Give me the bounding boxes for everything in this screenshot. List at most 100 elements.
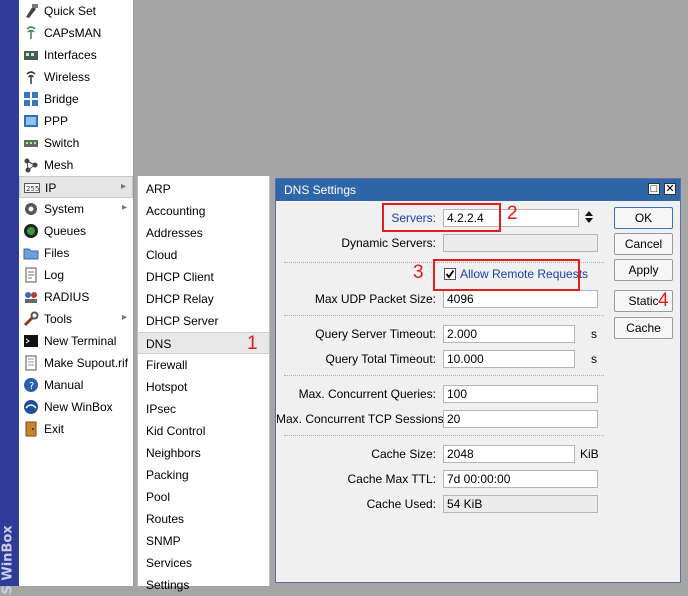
maximize-icon[interactable]: □ bbox=[648, 183, 660, 195]
submenu-item-firewall[interactable]: Firewall bbox=[138, 354, 269, 376]
menu-item-ppp[interactable]: PPP bbox=[19, 110, 133, 132]
apply-button[interactable]: Apply bbox=[614, 259, 673, 281]
wireless-icon bbox=[23, 69, 39, 85]
brand-strip: S WinBox bbox=[0, 0, 19, 595]
annotation-3: 3 bbox=[413, 262, 424, 283]
max-concurrent-queries-input[interactable] bbox=[443, 385, 598, 403]
separator bbox=[284, 315, 604, 316]
menu-item-switch[interactable]: Switch bbox=[19, 132, 133, 154]
max-udp-label: Max UDP Packet Size: bbox=[314, 292, 436, 306]
separator bbox=[284, 375, 604, 376]
annotation-2: 2 bbox=[507, 203, 518, 224]
menu-item-exit[interactable]: Exit bbox=[19, 418, 133, 440]
submenu-item-addresses[interactable]: Addresses bbox=[138, 222, 269, 244]
menu-item-queues[interactable]: Queues bbox=[19, 220, 133, 242]
cache-size-input[interactable] bbox=[443, 445, 575, 463]
menu-label: CAPsMAN bbox=[44, 26, 102, 40]
menu-item-new-winbox[interactable]: New WinBox bbox=[19, 396, 133, 418]
annotation-box-allow-remote bbox=[433, 259, 580, 291]
menu-item-make-supout[interactable]: Make Supout.rif bbox=[19, 352, 133, 374]
main-menu: Quick Set CAPsMAN Interfaces Wireless Br… bbox=[19, 0, 134, 586]
brand-text: S WinBox bbox=[0, 525, 16, 595]
submenu-item-ipsec[interactable]: IPsec bbox=[138, 398, 269, 420]
manual-icon: ? bbox=[23, 377, 39, 393]
menu-label: New WinBox bbox=[44, 400, 113, 414]
cancel-button[interactable]: Cancel bbox=[614, 233, 673, 255]
bridge-icon bbox=[23, 91, 39, 107]
submenu-item-cloud[interactable]: Cloud bbox=[138, 244, 269, 266]
ip-icon: 255 bbox=[24, 180, 40, 196]
submenu-item-packing[interactable]: Packing bbox=[138, 464, 269, 486]
menu-item-tools[interactable]: Tools ▸ bbox=[19, 308, 133, 330]
menu-item-interfaces[interactable]: Interfaces bbox=[19, 44, 133, 66]
window-title: DNS Settings bbox=[284, 183, 357, 197]
exit-icon bbox=[23, 421, 39, 437]
menu-item-wireless[interactable]: Wireless bbox=[19, 66, 133, 88]
menu-item-quick-set[interactable]: Quick Set bbox=[19, 0, 133, 22]
capsman-icon bbox=[23, 25, 39, 41]
menu-label: IP bbox=[45, 181, 57, 195]
ppp-icon bbox=[23, 113, 39, 129]
menu-label: Quick Set bbox=[44, 4, 97, 18]
menu-item-capsman[interactable]: CAPsMAN bbox=[19, 22, 133, 44]
menu-label: Wireless bbox=[44, 70, 91, 84]
queues-icon bbox=[23, 223, 39, 239]
ip-submenu: ARP Accounting Addresses Cloud DHCP Clie… bbox=[137, 176, 270, 592]
ok-button[interactable]: OK bbox=[614, 207, 673, 229]
menu-item-radius[interactable]: RADIUS bbox=[19, 286, 133, 308]
cache-size-label: Cache Size: bbox=[371, 447, 436, 461]
svg-text:?: ? bbox=[29, 381, 34, 392]
max-concurrent-tcp-input[interactable] bbox=[443, 410, 598, 428]
query-server-timeout-label: Query Server Timeout: bbox=[315, 327, 436, 341]
menu-label: Mesh bbox=[44, 158, 74, 172]
menu-label: Interfaces bbox=[44, 48, 97, 62]
terminal-icon bbox=[23, 333, 39, 349]
annotation-1: 1 bbox=[247, 333, 258, 354]
submenu-item-settings[interactable]: Settings bbox=[138, 574, 269, 596]
menu-item-system[interactable]: System ▸ bbox=[19, 198, 133, 220]
radius-icon bbox=[23, 289, 39, 305]
menu-item-files[interactable]: Files bbox=[19, 242, 133, 264]
submenu-item-arp[interactable]: ARP bbox=[138, 178, 269, 200]
tools-icon bbox=[23, 311, 39, 327]
submenu-item-kid-control[interactable]: Kid Control bbox=[138, 420, 269, 442]
query-total-timeout-input[interactable] bbox=[443, 350, 575, 368]
menu-item-mesh[interactable]: Mesh bbox=[19, 154, 133, 176]
log-icon bbox=[23, 267, 39, 283]
window-titlebar[interactable]: DNS Settings □ ✕ bbox=[276, 179, 680, 201]
submenu-item-hotspot[interactable]: Hotspot bbox=[138, 376, 269, 398]
submenu-item-dhcp-server[interactable]: DHCP Server bbox=[138, 310, 269, 332]
menu-label: Switch bbox=[44, 136, 80, 150]
submenu-item-neighbors[interactable]: Neighbors bbox=[138, 442, 269, 464]
submenu-item-snmp[interactable]: SNMP bbox=[138, 530, 269, 552]
query-server-timeout-input[interactable] bbox=[443, 325, 575, 343]
menu-item-ip[interactable]: 255 IP ▸ bbox=[19, 176, 133, 198]
reorder-arrows-icon[interactable] bbox=[584, 208, 594, 226]
cache-max-ttl-input[interactable] bbox=[443, 470, 598, 488]
submenu-item-dhcp-client[interactable]: DHCP Client bbox=[138, 266, 269, 288]
dns-settings-window: DNS Settings □ ✕ Servers: Dynamic Server… bbox=[275, 178, 681, 583]
menu-label: New Terminal bbox=[44, 334, 117, 348]
submenu-item-routes[interactable]: Routes bbox=[138, 508, 269, 530]
max-udp-input[interactable] bbox=[443, 290, 598, 308]
menu-label: PPP bbox=[44, 114, 69, 128]
chevron-right-icon: ▸ bbox=[121, 202, 127, 213]
quick-set-icon bbox=[23, 3, 39, 19]
cache-max-ttl-label: Cache Max TTL: bbox=[347, 472, 436, 486]
close-icon[interactable]: ✕ bbox=[664, 183, 676, 195]
submenu-item-services[interactable]: Services bbox=[138, 552, 269, 574]
mesh-icon bbox=[23, 157, 39, 173]
submenu-item-dhcp-relay[interactable]: DHCP Relay bbox=[138, 288, 269, 310]
interfaces-icon bbox=[23, 47, 39, 63]
menu-item-new-terminal[interactable]: New Terminal bbox=[19, 330, 133, 352]
submenu-item-accounting[interactable]: Accounting bbox=[138, 200, 269, 222]
menu-item-bridge[interactable]: Bridge bbox=[19, 88, 133, 110]
dynamic-servers-field bbox=[443, 234, 598, 252]
menu-item-manual[interactable]: ? Manual bbox=[19, 374, 133, 396]
menu-label: Manual bbox=[44, 378, 84, 392]
submenu-item-pool[interactable]: Pool bbox=[138, 486, 269, 508]
menu-label: Make Supout.rif bbox=[44, 356, 129, 370]
chevron-right-icon: ▸ bbox=[120, 181, 126, 192]
menu-item-log[interactable]: Log bbox=[19, 264, 133, 286]
cache-button[interactable]: Cache bbox=[614, 317, 673, 339]
